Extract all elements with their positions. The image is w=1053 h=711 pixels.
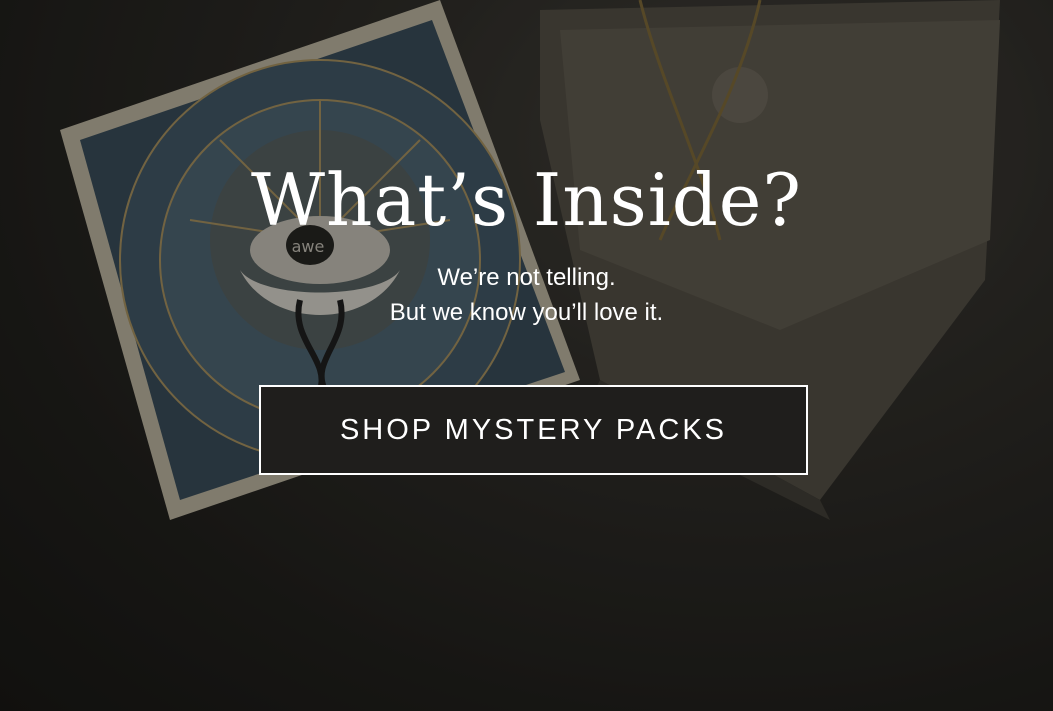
subtitle-line-1: We’re not telling. — [437, 264, 616, 291]
hero-title: What’s Inside? — [250, 158, 803, 242]
hero-subtitle: We’re not telling. But we know you’ll lo… — [0, 260, 1053, 330]
hero-banner: awe What’s Inside? We’re not telling. Bu… — [0, 0, 1053, 711]
hero-content: What’s Inside? We’re not telling. But we… — [0, 0, 1053, 711]
shop-mystery-packs-button[interactable]: SHOP MYSTERY PACKS — [259, 385, 808, 475]
subtitle-line-2: But we know you’ll love it. — [389, 299, 664, 326]
